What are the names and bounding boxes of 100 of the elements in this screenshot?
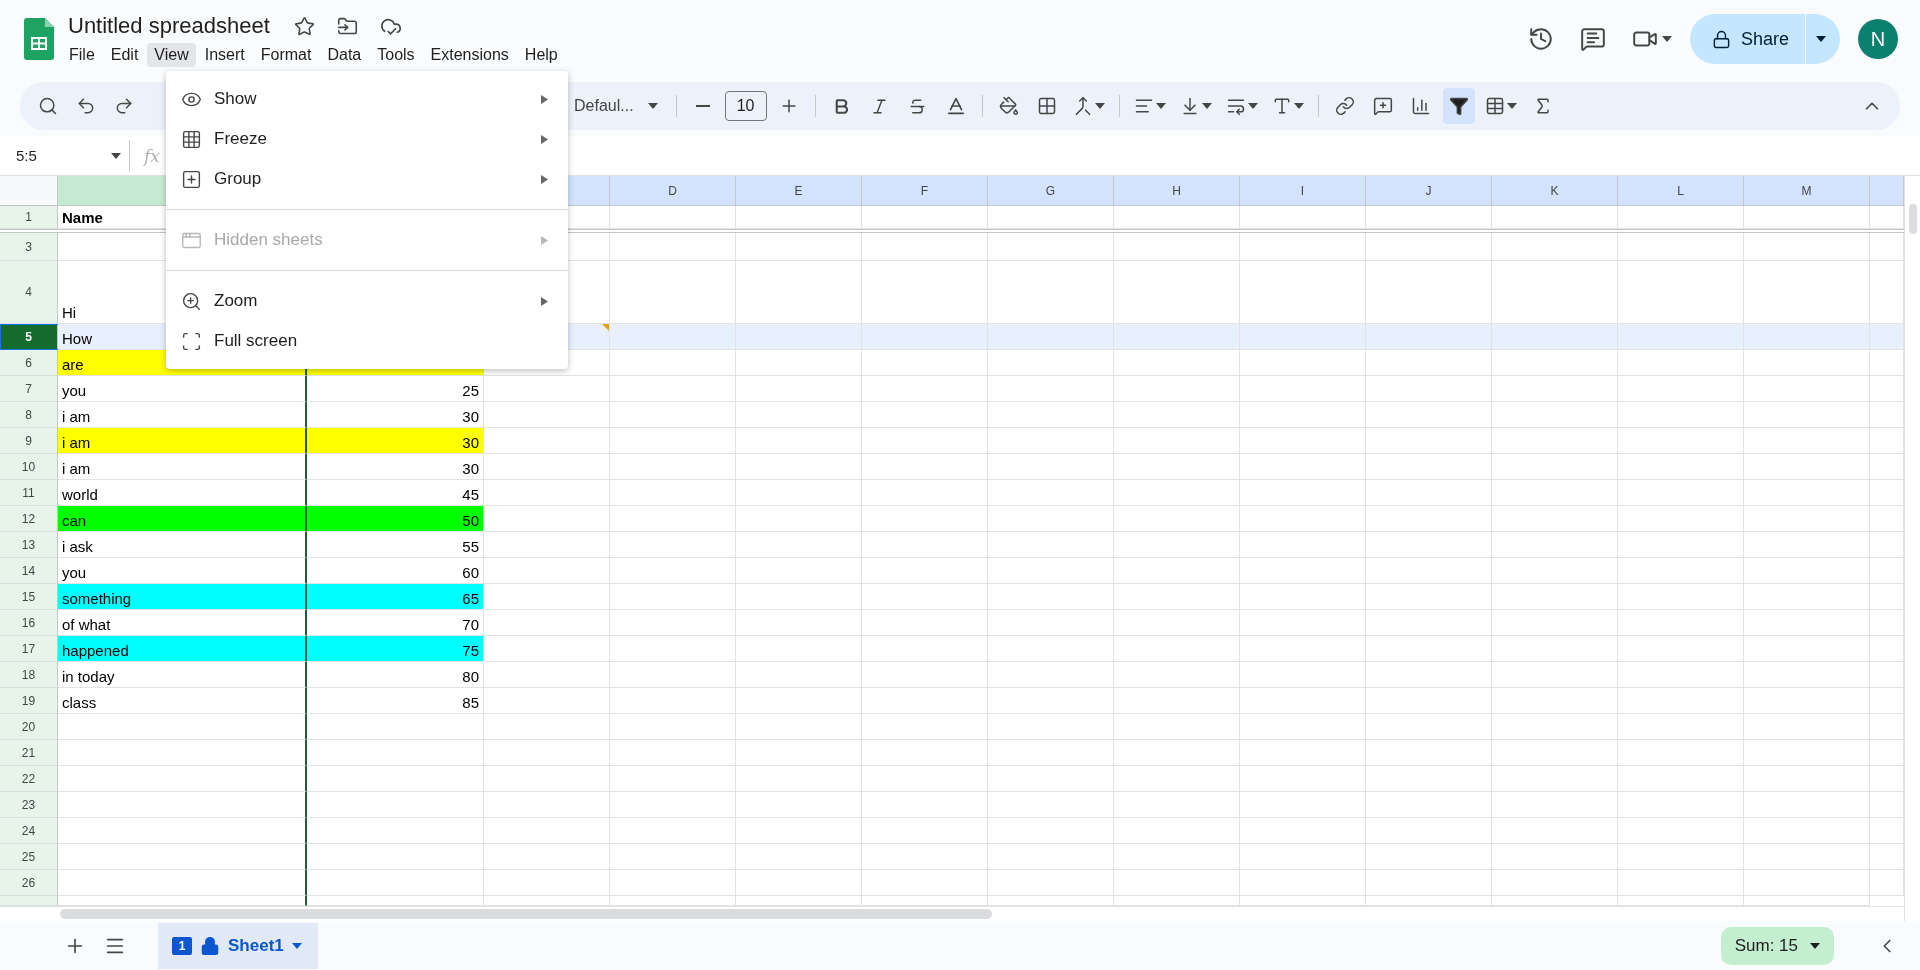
table-cell: 70 xyxy=(307,610,484,636)
column-header[interactable]: H xyxy=(1114,176,1240,206)
row-header[interactable]: 11 xyxy=(0,480,58,506)
caret-icon xyxy=(1816,36,1826,42)
row-header[interactable]: 10 xyxy=(0,454,58,480)
menu-option[interactable]: Group xyxy=(166,159,568,199)
row-header[interactable]: 23 xyxy=(0,792,58,818)
row-header[interactable]: 26 xyxy=(0,870,58,896)
row-header[interactable]: 25 xyxy=(0,844,58,870)
formula-label: fx xyxy=(144,145,160,166)
row-header[interactable]: 3 xyxy=(0,233,58,261)
table-cell: 25 xyxy=(307,376,484,402)
row-header[interactable]: 15 xyxy=(0,584,58,610)
row-header[interactable]: 1 xyxy=(0,206,58,229)
row-header[interactable]: 8 xyxy=(0,402,58,428)
row-header[interactable]: 9 xyxy=(0,428,58,454)
undo-icon xyxy=(76,96,96,116)
font-size-field[interactable]: 10 xyxy=(724,91,767,121)
row-header[interactable]: 18 xyxy=(0,662,58,688)
document-title[interactable]: Untitled spreadsheet xyxy=(68,13,270,39)
redo-icon xyxy=(114,96,134,116)
sheets-logo-icon xyxy=(24,18,54,60)
zoom-in-icon xyxy=(181,290,202,312)
horizontal-scrollbar[interactable] xyxy=(60,909,992,919)
row-header[interactable]: 4 xyxy=(0,261,58,324)
menu-item[interactable]: Insert xyxy=(197,43,252,67)
paint-bucket-icon xyxy=(998,96,1019,116)
table-cell: i ask xyxy=(58,532,307,558)
menu-item[interactable]: Help xyxy=(517,43,565,67)
caret-icon xyxy=(1506,103,1517,109)
account-avatar[interactable]: N xyxy=(1858,19,1898,59)
column-header[interactable]: G xyxy=(988,176,1114,206)
menu-item[interactable]: Data xyxy=(320,43,369,67)
table-cell: 75 xyxy=(307,636,484,662)
wrap-icon xyxy=(1225,96,1246,116)
column-header[interactable]: M xyxy=(1744,176,1870,206)
table-cell: 60 xyxy=(307,558,484,584)
table-cell: can xyxy=(58,506,307,532)
row-header[interactable]: 5 xyxy=(0,324,58,350)
column-header[interactable]: L xyxy=(1618,176,1744,206)
menu-option[interactable]: Show xyxy=(166,79,568,119)
row-header[interactable]: 20 xyxy=(0,714,58,740)
menu-item[interactable]: Extensions xyxy=(423,43,516,67)
column-header[interactable]: D xyxy=(610,176,736,206)
column-header[interactable]: I xyxy=(1240,176,1366,206)
caret-icon xyxy=(1094,103,1105,109)
caret-icon xyxy=(647,103,658,109)
align-left-icon xyxy=(1133,96,1154,116)
corner-cell[interactable] xyxy=(0,176,58,206)
filter-button[interactable] xyxy=(1442,88,1475,124)
font-selector[interactable]: Defaul... xyxy=(574,97,666,115)
row-header[interactable]: 6 xyxy=(0,350,58,376)
vertical-scrollbar[interactable] xyxy=(1909,204,1917,234)
link-icon xyxy=(1334,96,1355,116)
caret-icon xyxy=(1661,36,1672,42)
caret-icon xyxy=(291,942,302,949)
table-cell: you xyxy=(58,558,307,584)
comment-icon xyxy=(1579,26,1606,52)
sum-button[interactable]: Sum: 15 xyxy=(1720,926,1834,965)
grid-icon xyxy=(181,128,202,150)
menu-option[interactable]: Freeze xyxy=(166,119,568,159)
row-header[interactable]: 12 xyxy=(0,506,58,532)
menu-item[interactable]: File xyxy=(62,43,102,67)
table-cell: 80 xyxy=(307,662,484,688)
borders-icon xyxy=(1036,96,1057,116)
name-box[interactable]: 5:5 xyxy=(0,139,130,172)
lock-icon xyxy=(200,935,220,956)
table-cell: i am xyxy=(58,454,307,480)
table-cell: i am xyxy=(58,402,307,428)
row-header[interactable]: 17 xyxy=(0,636,58,662)
table-cell: of what xyxy=(58,610,307,636)
menu-item[interactable]: View xyxy=(147,43,196,67)
column-header[interactable]: K xyxy=(1492,176,1618,206)
row-header[interactable]: 16 xyxy=(0,610,58,636)
table-cell: in today xyxy=(58,662,307,688)
caret-icon xyxy=(1155,103,1166,109)
table-cell: 30 xyxy=(307,454,484,480)
table-cell: 30 xyxy=(307,402,484,428)
row-header[interactable]: 24 xyxy=(0,818,58,844)
row-header[interactable]: 22 xyxy=(0,766,58,792)
table-cell: you xyxy=(58,376,307,402)
table-cell: 85 xyxy=(307,688,484,714)
row-header[interactable]: 13 xyxy=(0,532,58,558)
caret-icon xyxy=(1201,103,1212,109)
sheet-tab[interactable]: 1 Sheet1 xyxy=(158,922,318,969)
comment-plus-icon xyxy=(1372,96,1393,116)
history-icon xyxy=(1527,26,1554,52)
row-header[interactable]: 7 xyxy=(0,376,58,402)
plus-square-icon xyxy=(181,168,202,190)
star-icon xyxy=(293,15,315,37)
search-icon xyxy=(38,96,58,116)
column-header[interactable]: E xyxy=(736,176,862,206)
column-header[interactable]: F xyxy=(862,176,988,206)
row-header[interactable]: 21 xyxy=(0,740,58,766)
menu-item[interactable]: Edit xyxy=(103,43,146,67)
menu-item[interactable]: Tools xyxy=(370,43,422,67)
row-header[interactable]: 19 xyxy=(0,688,58,714)
row-header[interactable]: 14 xyxy=(0,558,58,584)
menu-item[interactable]: Format xyxy=(253,43,319,67)
column-header[interactable]: J xyxy=(1366,176,1492,206)
